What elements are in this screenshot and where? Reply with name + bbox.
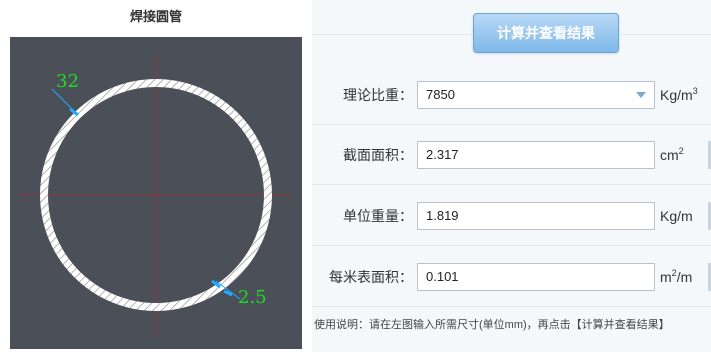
section-area-row: 截面面积： 2.317 cm2	[312, 125, 711, 185]
density-unit: Kg/m3	[660, 86, 698, 103]
surface-area-label: 每米表面积：	[329, 269, 413, 285]
calculate-button[interactable]: 计算并查看结果	[473, 13, 619, 53]
surface-area-unit: m2/m	[660, 268, 693, 285]
outer-diameter-label[interactable]: 32	[56, 71, 79, 92]
unit-weight-field[interactable]: 1.819	[417, 202, 655, 230]
section-area-unit: cm2	[660, 146, 684, 163]
unit-weight-label: 单位重量：	[343, 208, 413, 224]
section-area-label: 截面面积：	[343, 147, 413, 163]
surface-area-row: 每米表面积： 0.101 m2/m	[312, 247, 711, 307]
density-label: 理论比重：	[343, 87, 413, 103]
surface-area-field[interactable]: 0.101	[417, 263, 655, 291]
shape-title: 焊接圆管	[129, 9, 182, 24]
pipe-drawing: 32 2.5	[20, 57, 292, 337]
density-select[interactable]: 7850	[417, 81, 655, 109]
calculator-panel: 计算并查看结果 理论比重： 7850 Kg/m3 截面面积： 2.317 cm2…	[312, 0, 711, 352]
chevron-down-icon[interactable]	[636, 92, 646, 98]
pipe-diagram: 32 2.5	[10, 37, 302, 349]
usage-note: 使用说明：请在左图输入所需尺寸(单位mm)，再点击【计算并查看结果】	[314, 319, 670, 331]
section-area-field[interactable]: 2.317	[417, 141, 655, 169]
unit-weight-row: 单位重量： 1.819 Kg/m	[312, 186, 711, 246]
unit-weight-unit: Kg/m	[660, 208, 693, 224]
density-value: 7850	[426, 87, 455, 102]
thickness-label[interactable]: 2.5	[238, 287, 267, 308]
density-row: 理论比重： 7850 Kg/m3	[312, 65, 711, 125]
